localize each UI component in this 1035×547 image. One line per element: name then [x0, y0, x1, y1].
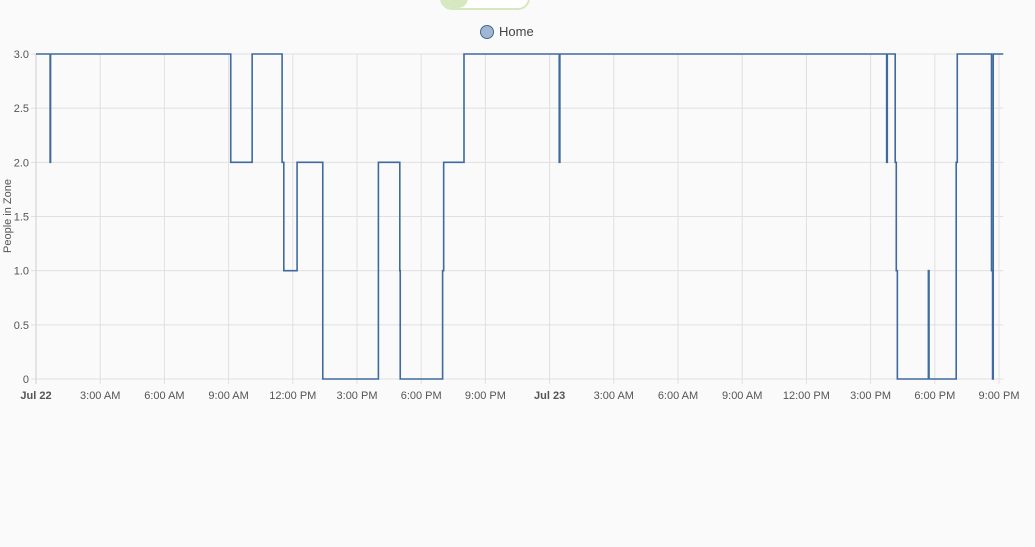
x-tick-label: Jul 22 — [20, 390, 51, 402]
x-tick-label: 9:00 PM — [979, 390, 1020, 402]
y-tick-label: 2.5 — [14, 103, 29, 115]
x-tick-label: 9:00 PM — [465, 390, 506, 402]
x-tick-label: 12:00 PM — [783, 390, 830, 402]
y-axis-label: People in Zone — [2, 179, 14, 253]
x-tick-label: 6:00 AM — [658, 390, 698, 402]
legend-label-home: Home — [499, 24, 534, 39]
x-tick-label: 3:00 PM — [850, 390, 891, 402]
x-tick-label: 3:00 AM — [80, 390, 120, 402]
legend[interactable]: Home — [480, 24, 534, 39]
y-tick-label: 0 — [23, 374, 29, 386]
x-tick-label: 6:00 PM — [914, 390, 955, 402]
x-tick-label: 6:00 AM — [144, 390, 184, 402]
x-tick-label: 9:00 AM — [722, 390, 762, 402]
x-tick-label: 3:00 PM — [337, 390, 378, 402]
x-tick-label: Jul 23 — [534, 390, 565, 402]
x-tick-label: 6:00 PM — [401, 390, 442, 402]
legend-marker-home — [480, 25, 494, 39]
y-tick-label: 0.5 — [14, 320, 29, 332]
chart: Home People in Zone 00.51.01.52.02.53.0 … — [2, 24, 1020, 402]
y-tick-label: 2.0 — [14, 157, 29, 169]
x-tick-label: 3:00 AM — [594, 390, 634, 402]
x-tick-label: 9:00 AM — [208, 390, 248, 402]
y-tick-label: 1.0 — [14, 266, 29, 278]
y-tick-label: 1.5 — [14, 212, 29, 224]
y-tick-label: 3.0 — [14, 49, 29, 61]
x-tick-label: 12:00 PM — [269, 390, 316, 402]
